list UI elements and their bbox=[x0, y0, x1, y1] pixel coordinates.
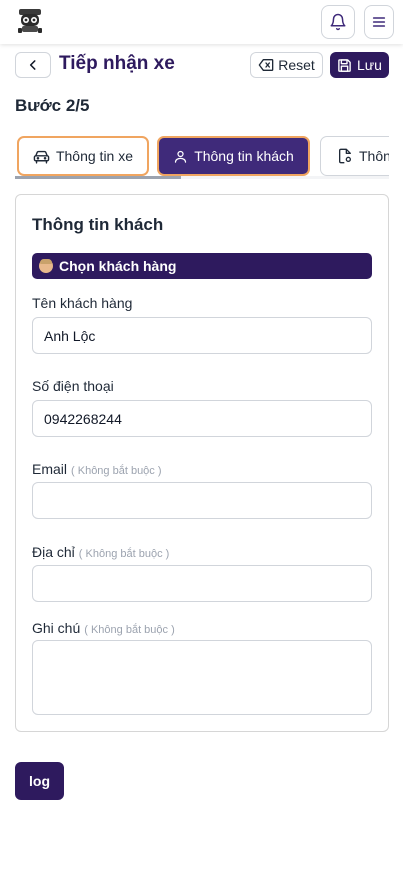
phone-value: 0942268244 bbox=[44, 410, 122, 427]
save-button[interactable]: Lưu bbox=[330, 52, 389, 78]
step-tabs[interactable]: Thông tin xe Thông tin khách Thông bbox=[15, 135, 389, 179]
name-label: Tên khách hàng bbox=[32, 295, 132, 311]
tab-next-info[interactable]: Thông bbox=[320, 136, 389, 176]
tab-label: Thông tin xe bbox=[55, 148, 134, 164]
address-label-text: Địa chỉ bbox=[32, 544, 75, 560]
save-label: Lưu bbox=[357, 57, 382, 73]
address-optional-hint: ( Không bắt buộc ) bbox=[78, 548, 170, 560]
address-label: Địa chỉ( Không bắt buộc ) bbox=[32, 544, 169, 560]
email-label: Email( Không bắt buộc ) bbox=[32, 461, 162, 477]
card-title: Thông tin khách bbox=[32, 215, 164, 234]
email-optional-hint: ( Không bắt buộc ) bbox=[71, 465, 162, 477]
customer-name-value: Anh Lộc bbox=[44, 327, 96, 344]
user-icon bbox=[173, 149, 188, 164]
car-icon bbox=[33, 149, 50, 164]
choose-customer-label: Chọn khách hàng bbox=[59, 258, 177, 274]
note-label: Ghi chú( Không bắt buộc ) bbox=[32, 620, 175, 636]
customer-info-card: Thông tin khách Chọn khách hàng Tên khác… bbox=[15, 194, 389, 732]
document-gear-icon bbox=[337, 148, 353, 164]
customer-name-input[interactable]: Anh Lộc bbox=[32, 317, 372, 354]
menu-button[interactable] bbox=[364, 5, 394, 39]
name-label-text: Tên khách hàng bbox=[32, 295, 133, 311]
floppy-disk-icon bbox=[337, 58, 352, 73]
face-emoji-icon bbox=[39, 259, 53, 273]
phone-label: Số điện thoại bbox=[32, 378, 114, 394]
car-mascot-logo-icon[interactable] bbox=[15, 6, 45, 36]
note-textarea[interactable] bbox=[32, 640, 372, 715]
bell-icon bbox=[329, 13, 347, 31]
email-label-text: Email bbox=[32, 461, 68, 477]
reset-label: Reset bbox=[278, 57, 315, 73]
phone-input[interactable]: 0942268244 bbox=[32, 400, 372, 437]
tab-label: Thông tin khách bbox=[194, 148, 294, 164]
notifications-button[interactable] bbox=[321, 5, 355, 39]
step-indicator: Bước 2/5 bbox=[15, 96, 90, 115]
address-input[interactable] bbox=[32, 565, 372, 602]
tabs-scrollbar-thumb[interactable] bbox=[15, 176, 181, 179]
log-button[interactable]: log bbox=[15, 762, 64, 800]
chevron-left-icon bbox=[26, 58, 40, 72]
hamburger-menu-icon bbox=[371, 14, 387, 30]
note-optional-hint: ( Không bắt buộc ) bbox=[84, 624, 175, 636]
tab-customer-info[interactable]: Thông tin khách bbox=[157, 136, 310, 176]
tab-label: Thông bbox=[359, 148, 389, 164]
email-input[interactable] bbox=[32, 482, 372, 519]
note-label-text: Ghi chú bbox=[32, 620, 81, 636]
back-button[interactable] bbox=[15, 52, 51, 78]
phone-label-text: Số điện thoại bbox=[32, 378, 114, 394]
backspace-icon bbox=[258, 58, 274, 72]
reset-button[interactable]: Reset bbox=[250, 52, 323, 78]
tab-vehicle-info[interactable]: Thông tin xe bbox=[17, 136, 149, 176]
page-title: Tiếp nhận xe bbox=[59, 53, 175, 74]
top-bar bbox=[0, 0, 403, 44]
choose-customer-button[interactable]: Chọn khách hàng bbox=[32, 253, 372, 279]
